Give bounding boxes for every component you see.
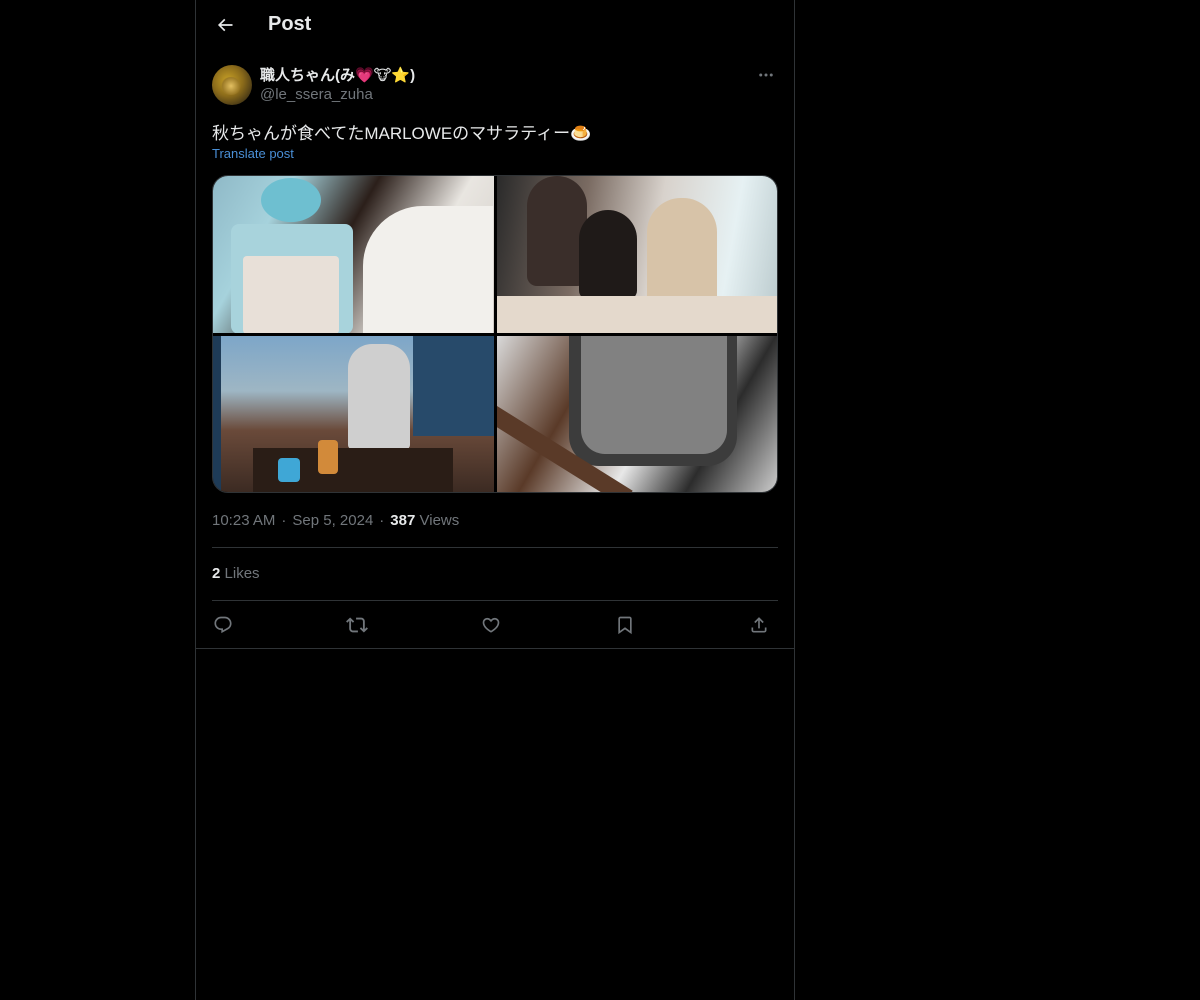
more-options-button[interactable]: [754, 64, 778, 86]
photo-hangyodon-card[interactable]: [213, 176, 494, 333]
likes-link[interactable]: 2 Likes: [212, 565, 260, 582]
post-header: Post: [196, 0, 794, 53]
post-date[interactable]: Sep 5, 2024: [292, 512, 373, 529]
media-grid: [212, 175, 778, 493]
bookmark-button[interactable]: [612, 612, 638, 638]
arrow-left-icon: [215, 15, 235, 35]
share-icon: [749, 615, 769, 635]
reply-button[interactable]: [210, 612, 236, 638]
views-label: Views: [419, 512, 460, 529]
author-handle[interactable]: @le_ssera_zuha: [260, 86, 373, 103]
more-horizontal-icon: [757, 66, 775, 84]
post-author: 職人ちゃん(み💗🐮⭐) @le_ssera_zuha: [212, 64, 778, 106]
action-bar: [212, 612, 778, 638]
repost-button[interactable]: [344, 612, 370, 638]
likes-label: Likes: [224, 565, 260, 582]
meta-separator: ·: [379, 512, 385, 529]
divider: [212, 600, 778, 601]
photo-three-women[interactable]: [497, 176, 777, 333]
back-button[interactable]: [208, 8, 242, 42]
likes-count: 2: [212, 565, 221, 582]
post-column: Post 職人ちゃん(み💗🐮⭐) @le_ssera_zuha 秋ちゃんが食べて…: [195, 0, 795, 1000]
translate-post-link[interactable]: Translate post: [212, 146, 294, 161]
photo-marlowe-cup[interactable]: [497, 336, 777, 492]
bookmark-icon: [615, 615, 635, 635]
divider: [212, 547, 778, 548]
like-button[interactable]: [478, 612, 504, 638]
post-text: 秋ちゃんが食べてたMARLOWEのマサラティー🍮: [212, 124, 592, 143]
repost-icon: [346, 614, 368, 636]
meta-separator: ·: [281, 512, 287, 529]
author-display-name[interactable]: 職人ちゃん(み💗🐮⭐): [260, 64, 415, 85]
heart-icon: [481, 615, 501, 635]
page-title: Post: [268, 13, 312, 35]
reply-icon: [213, 615, 233, 635]
avatar[interactable]: [212, 65, 252, 105]
photo-cafe-window[interactable]: [213, 336, 494, 492]
share-button[interactable]: [746, 612, 772, 638]
views-count: 387: [390, 512, 416, 529]
post-bottom-border: [196, 648, 794, 649]
post-meta: 10:23 AM · Sep 5, 2024 · 387 Views: [212, 512, 459, 529]
post-time[interactable]: 10:23 AM: [212, 512, 275, 529]
